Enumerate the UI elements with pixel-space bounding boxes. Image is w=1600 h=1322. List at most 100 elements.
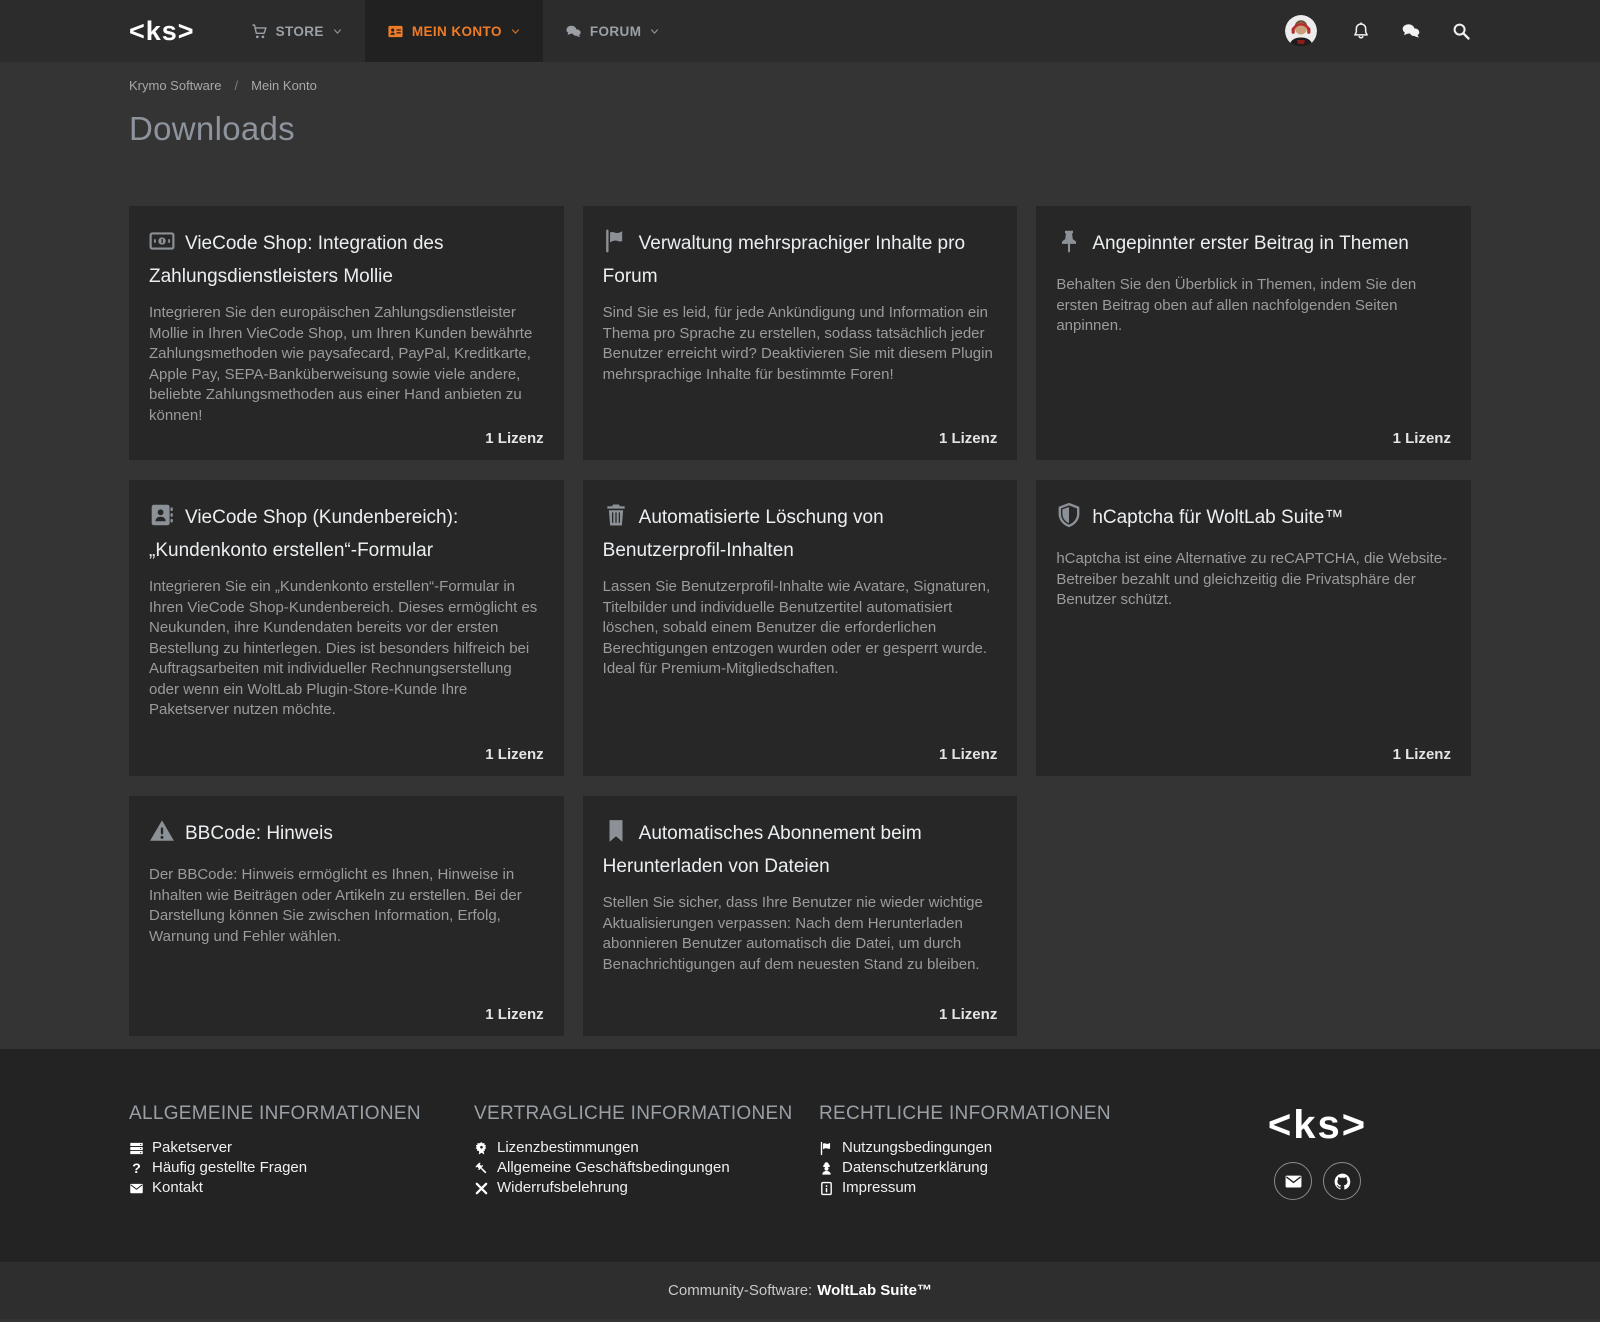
footer-brand: <ks> [1164, 1103, 1471, 1200]
mail-button[interactable] [1274, 1162, 1312, 1200]
download-card: Angepinnter erster Beitrag in Themen Beh… [1036, 206, 1471, 460]
footer-column-rechtlich: RECHTLICHE INFORMATIONEN Nutzungsbedingu… [819, 1103, 1164, 1200]
footer-heading: RECHTLICHE INFORMATIONEN [819, 1103, 1144, 1125]
id-card-icon [387, 23, 404, 40]
license-count: 1 Lizenz [1393, 430, 1451, 447]
footer-link-label: Kontakt [152, 1178, 203, 1198]
nav-item-forum[interactable]: FORUM [543, 0, 683, 62]
card-title-link[interactable]: Automatisches Abonnement beim Herunterla… [603, 823, 922, 877]
download-card: Automatisierte Löschung von Benutzerprof… [583, 480, 1018, 776]
footer-link-impressum[interactable]: Impressum [819, 1178, 1144, 1198]
footer-logo: <ks> [1268, 1103, 1367, 1147]
footer-link-label: Häufig gestellte Fragen [152, 1158, 307, 1178]
envelope-icon [129, 1181, 144, 1196]
footer-heading: ALLGEMEINE INFORMATIONEN [129, 1103, 454, 1125]
brand-logo[interactable]: <ks> [129, 0, 229, 62]
copyright-bar: Community-Software: WoltLab Suite™ [0, 1262, 1600, 1319]
thumbtack-icon [1056, 228, 1082, 263]
card-description: Integrieren Sie den europäischen Zahlung… [149, 303, 544, 426]
conversations-button[interactable] [1401, 21, 1421, 41]
footer-link-widerrufsbelehrung[interactable]: Widerrufsbelehrung [474, 1178, 799, 1198]
footer-link-nutzungsbedingungen[interactable]: Nutzungsbedingungen [819, 1138, 1144, 1158]
notifications-button[interactable] [1351, 21, 1371, 41]
copyright-text: Community-Software: [668, 1282, 812, 1299]
footer-link-datenschutz[interactable]: Datenschutzerklärung [819, 1158, 1144, 1178]
server-icon [129, 1141, 144, 1156]
footer-link-label: Widerrufsbelehrung [497, 1178, 628, 1198]
search-icon [1451, 21, 1471, 41]
page-title: Downloads [129, 105, 1471, 153]
navbar: <ks> STORE MEIN KONTO FORUM [0, 0, 1600, 62]
card-title-link[interactable]: BBCode: Hinweis [185, 823, 333, 844]
license-count: 1 Lizenz [485, 430, 543, 447]
chevron-down-icon [649, 26, 660, 37]
messages-icon [1401, 21, 1421, 41]
footer-link-label: Allgemeine Geschäftsbedingungen [497, 1158, 730, 1178]
footer-link-paketserver[interactable]: Paketserver [129, 1138, 454, 1158]
footer-link-label: Nutzungsbedingungen [842, 1138, 992, 1158]
footer-heading: VERTRAGLICHE INFORMATIONEN [474, 1103, 799, 1125]
gavel-icon [474, 1161, 489, 1176]
card-title-link[interactable]: VieCode Shop: Integration des Zahlungsdi… [149, 233, 443, 287]
github-button[interactable] [1323, 1162, 1361, 1200]
footer: ALLGEMEINE INFORMATIONEN Paketserver ? H… [0, 1049, 1600, 1262]
breadcrumb-link-home[interactable]: Krymo Software [129, 78, 221, 93]
question-icon: ? [129, 1161, 144, 1176]
download-card: Verwaltung mehrsprachiger Inhalte pro Fo… [583, 206, 1018, 460]
footer-link-label: Impressum [842, 1178, 916, 1198]
card-description: Lassen Sie Benutzerprofil-Inhalte wie Av… [603, 577, 998, 680]
envelope-icon [1284, 1172, 1303, 1191]
times-icon [474, 1181, 489, 1196]
license-count: 1 Lizenz [939, 746, 997, 763]
nav-item-mein-konto[interactable]: MEIN KONTO [365, 0, 543, 62]
breadcrumb-link-mein-konto[interactable]: Mein Konto [251, 78, 317, 93]
nav-item-store[interactable]: STORE [229, 0, 365, 62]
shield-icon [1056, 502, 1082, 537]
nav-item-label: STORE [276, 24, 324, 39]
card-description: Behalten Sie den Überblick in Themen, in… [1056, 275, 1451, 337]
card-title-link[interactable]: VieCode Shop (Kundenbereich): „Kundenkon… [149, 507, 458, 561]
bookmark-icon [603, 818, 629, 853]
avatar[interactable] [1285, 15, 1317, 47]
download-card: Automatisches Abonnement beim Herunterla… [583, 796, 1018, 1036]
money-bill-icon [149, 228, 175, 263]
footer-link-kontakt[interactable]: Kontakt [129, 1178, 454, 1198]
footer-column-allgemein: ALLGEMEINE INFORMATIONEN Paketserver ? H… [129, 1103, 474, 1200]
card-description: Integrieren Sie ein „Kundenkonto erstell… [149, 577, 544, 721]
download-card: BBCode: Hinweis Der BBCode: Hinweis ermö… [129, 796, 564, 1036]
license-count: 1 Lizenz [1393, 746, 1451, 763]
certificate-icon [474, 1141, 489, 1156]
github-icon [1333, 1172, 1352, 1191]
card-title-link[interactable]: Verwaltung mehrsprachiger Inhalte pro Fo… [603, 233, 965, 287]
footer-link-agb[interactable]: Allgemeine Geschäftsbedingungen [474, 1158, 799, 1178]
footer-link-faq[interactable]: ? Häufig gestellte Fragen [129, 1158, 454, 1178]
footer-link-label: Datenschutzerklärung [842, 1158, 988, 1178]
chevron-down-icon [332, 26, 343, 37]
nav-item-label: FORUM [590, 24, 642, 39]
card-description: hCaptcha ist eine Alternative zu reCAPTC… [1056, 549, 1451, 611]
flag-icon [603, 228, 629, 263]
download-card: hCaptcha für WoltLab Suite™ hCaptcha ist… [1036, 480, 1471, 776]
download-card: VieCode Shop: Integration des Zahlungsdi… [129, 206, 564, 460]
breadcrumb-separator: / [234, 78, 238, 93]
user-secret-icon [819, 1161, 834, 1176]
footer-link-label: Lizenzbestimmungen [497, 1138, 639, 1158]
card-description: Der BBCode: Hinweis ermöglicht es Ihnen,… [149, 865, 544, 947]
cart-icon [251, 23, 268, 40]
card-title-link[interactable]: Automatisierte Löschung von Benutzerprof… [603, 507, 884, 561]
footer-link-lizenzbestimmungen[interactable]: Lizenzbestimmungen [474, 1138, 799, 1158]
card-description: Sind Sie es leid, für jede Ankündigung u… [603, 303, 998, 385]
footer-link-label: Paketserver [152, 1138, 232, 1158]
trash-icon [603, 502, 629, 537]
license-count: 1 Lizenz [485, 746, 543, 763]
card-title-link[interactable]: hCaptcha für WoltLab Suite™ [1092, 507, 1343, 528]
woltlab-brand-link[interactable]: WoltLab Suite™ [817, 1282, 932, 1299]
nav-item-label: MEIN KONTO [412, 24, 502, 39]
license-count: 1 Lizenz [485, 1006, 543, 1023]
flag-icon [819, 1141, 834, 1156]
search-button[interactable] [1451, 21, 1471, 41]
breadcrumb: Krymo Software / Mein Konto [129, 78, 1471, 93]
chevron-down-icon [510, 26, 521, 37]
download-card: VieCode Shop (Kundenbereich): „Kundenkon… [129, 480, 564, 776]
card-title-link[interactable]: Angepinnter erster Beitrag in Themen [1092, 233, 1409, 254]
